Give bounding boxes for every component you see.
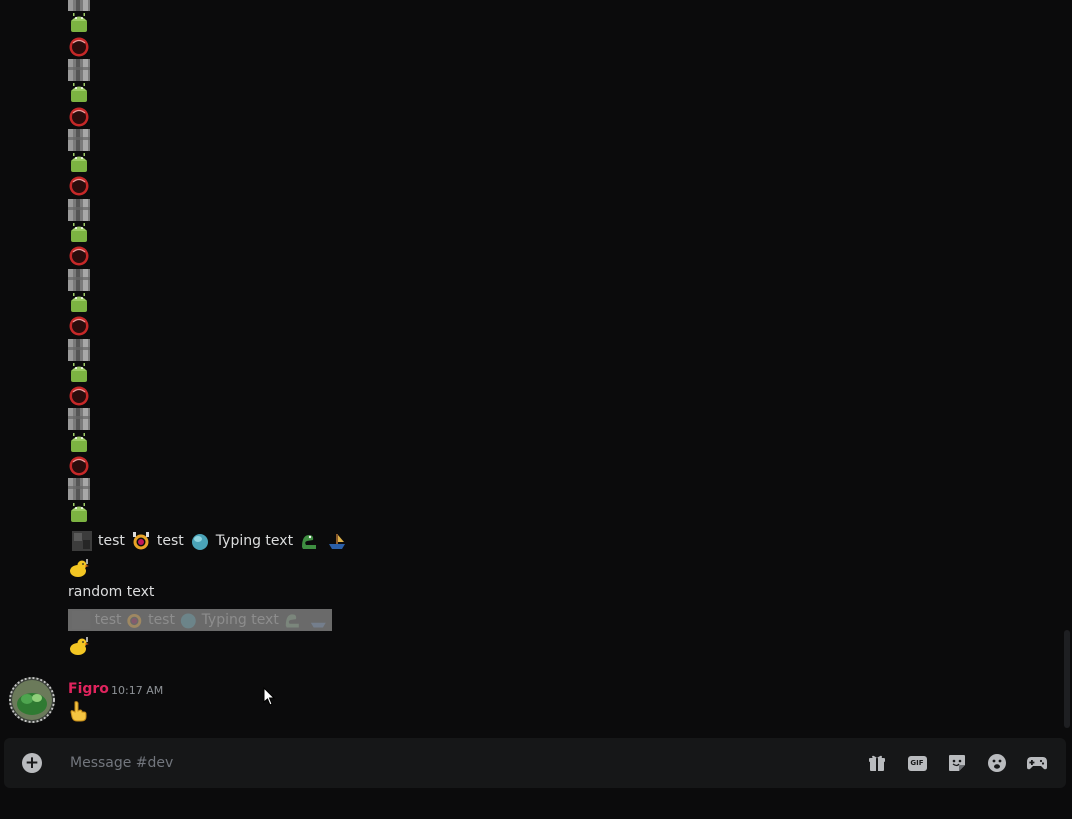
user-avatar[interactable] — [9, 677, 55, 723]
message-timestamp[interactable]: 10:17 AM — [111, 684, 163, 697]
duck-emoji-icon — [70, 637, 89, 655]
upload-plus-button[interactable]: + — [22, 753, 42, 773]
message-word-test-2: test — [156, 533, 184, 549]
red-ring-emoji-icon — [69, 386, 89, 406]
static-noise-emoji-icon — [68, 0, 90, 11]
gamepad-icon — [1027, 757, 1047, 770]
red-ring-emoji-icon — [69, 107, 89, 127]
boat-emoji-icon — [329, 534, 346, 549]
message-line-selected: test test Typing text — [68, 609, 332, 631]
message-word-typing-text: Typing text — [215, 533, 294, 549]
mouse-cursor-icon — [263, 687, 276, 706]
gift-icon — [869, 755, 885, 771]
blue-ball-emoji-icon — [180, 613, 196, 629]
selected-word-test-2: test — [148, 612, 175, 628]
android-emoji-icon — [71, 83, 87, 102]
spinning-ring-emoji-icon — [132, 532, 149, 550]
snake-emoji-icon — [302, 535, 317, 549]
android-emoji-icon — [71, 363, 87, 382]
sticker-button[interactable] — [946, 752, 968, 774]
static-noise-emoji-icon — [68, 129, 90, 151]
red-ring-emoji-icon — [69, 456, 89, 476]
static-noise-emoji-icon — [72, 531, 92, 551]
static-noise-emoji-icon — [68, 269, 90, 291]
android-emoji-icon — [71, 153, 87, 172]
static-noise-emoji-icon — [68, 478, 90, 500]
android-emoji-icon — [71, 503, 87, 522]
gif-icon: GIF — [907, 755, 927, 771]
activity-button[interactable] — [1026, 752, 1048, 774]
pointing-hand-emoji-icon — [70, 701, 87, 722]
red-ring-emoji-icon — [69, 176, 89, 196]
message-input[interactable] — [68, 754, 866, 772]
emoji-button[interactable] — [986, 752, 1008, 774]
blue-ball-emoji-icon — [191, 534, 208, 550]
avatar-image — [9, 677, 55, 723]
chat-app: test test Typing text random text test t… — [0, 0, 1072, 819]
boat-emoji-icon — [311, 622, 327, 628]
message-random-text: random text — [68, 584, 155, 600]
android-emoji-icon — [71, 293, 87, 312]
static-noise-emoji-icon — [68, 408, 90, 430]
gif-button[interactable]: GIF — [906, 752, 928, 774]
red-ring-emoji-icon — [69, 316, 89, 336]
message-line-mixed: test test Typing text — [68, 530, 351, 552]
snake-emoji-icon — [285, 614, 299, 628]
static-noise-emoji-icon — [68, 339, 90, 361]
selected-word-test-1: test — [94, 612, 122, 628]
message-word-test-1: test — [98, 533, 125, 549]
static-noise-emoji-icon — [68, 199, 90, 221]
message-composer: + GIF — [4, 738, 1066, 788]
sticker-icon — [949, 755, 965, 771]
message-author-username[interactable]: Figro — [68, 681, 109, 697]
red-ring-emoji-icon — [69, 37, 89, 57]
static-noise-emoji-icon — [72, 610, 91, 630]
duck-emoji-icon — [70, 559, 89, 577]
emoji-icon — [988, 754, 1006, 772]
red-ring-emoji-icon — [69, 246, 89, 266]
selected-word-typing-text: Typing text — [201, 612, 279, 628]
gift-button[interactable] — [866, 752, 888, 774]
message-list: test test Typing text random text test t… — [0, 0, 1060, 730]
android-emoji-icon — [71, 433, 87, 452]
spinning-ring-emoji-icon — [127, 613, 142, 628]
android-emoji-icon — [71, 223, 87, 242]
static-noise-emoji-icon — [68, 59, 90, 81]
scrollbar-thumb[interactable] — [1064, 630, 1070, 728]
android-emoji-icon — [71, 13, 87, 32]
plus-circle-icon: + — [24, 752, 40, 773]
